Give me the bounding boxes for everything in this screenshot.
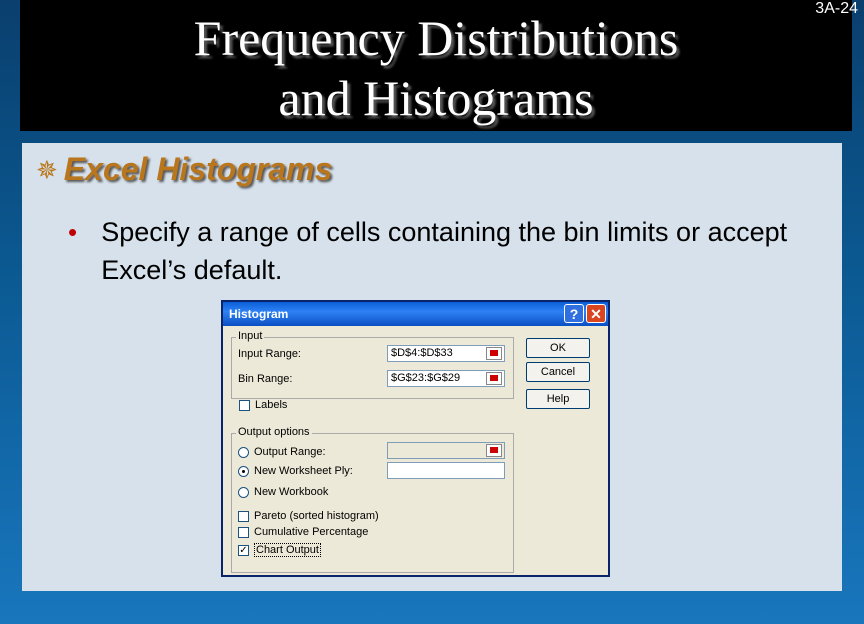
bullet-item: • Specify a range of cells containing th… [68, 213, 828, 289]
slide-title: Frequency Distributions and Histograms [20, 8, 852, 128]
output-range-radio[interactable]: Output Range: [238, 446, 326, 458]
pareto-label: Pareto (sorted histogram) [254, 510, 379, 522]
new-worksheet-field[interactable] [387, 462, 505, 479]
bin-range-label: Bin Range: [238, 373, 293, 385]
histogram-dialog: Histogram ? ✕ Input Input Range: $D$4:$D… [221, 300, 610, 577]
labels-checkbox[interactable]: Labels [239, 399, 287, 411]
output-options-group: Output options Output Range: New Workshe… [231, 426, 514, 573]
radio-icon[interactable] [238, 486, 249, 498]
bullet-text: Specify a range of cells containing the … [101, 217, 788, 285]
help-titlebar-button[interactable]: ? [564, 304, 584, 323]
labels-label: Labels [255, 399, 288, 411]
collapse-dialog-icon[interactable] [486, 444, 502, 457]
checkbox-box[interactable] [239, 399, 250, 411]
collapse-dialog-icon[interactable] [486, 347, 502, 360]
ok-button[interactable]: OK [526, 338, 590, 358]
cumulative-percentage-checkbox[interactable]: Cumulative Percentage [238, 526, 368, 538]
help-button[interactable]: Help [526, 389, 590, 409]
new-workbook-label: New Workbook [254, 486, 329, 498]
title-bar: Frequency Distributions and Histograms [20, 0, 852, 131]
new-worksheet-label: New Worksheet Ply: [254, 465, 353, 477]
output-group-label: Output options [236, 426, 312, 438]
title-line-2: and Histograms [278, 70, 594, 126]
input-group: Input Input Range: $D$4:$D$33 Bin Range:… [231, 330, 514, 399]
checkbox-box[interactable] [238, 526, 249, 538]
bullet-dot-icon: • [68, 217, 78, 247]
dialog-title: Histogram [229, 307, 289, 321]
input-range-value: $D$4:$D$33 [391, 347, 453, 359]
output-range-field[interactable] [387, 442, 505, 459]
cancel-button[interactable]: Cancel [526, 362, 590, 382]
input-range-field[interactable]: $D$4:$D$33 [387, 345, 505, 362]
input-range-label: Input Range: [238, 348, 301, 360]
radio-selected-icon[interactable] [238, 465, 249, 477]
new-worksheet-radio[interactable]: New Worksheet Ply: [238, 465, 353, 477]
dialog-titlebar: Histogram ? ✕ [223, 302, 608, 326]
bin-range-value: $G$23:$G$29 [391, 372, 461, 384]
checkbox-box[interactable] [238, 510, 249, 522]
close-button[interactable]: ✕ [586, 304, 606, 323]
collapse-dialog-icon[interactable] [486, 372, 502, 385]
title-line-1: Frequency Distributions [193, 10, 679, 66]
slide-number: 3A-24 [815, 0, 858, 17]
heading-text: Excel Histograms [63, 151, 333, 187]
output-range-label: Output Range: [254, 446, 326, 458]
chart-output-label: Chart Output [254, 543, 321, 557]
checkmark-icon[interactable]: ✓ [238, 544, 249, 556]
new-workbook-radio[interactable]: New Workbook [238, 486, 328, 498]
compass-star-icon: ✵ [36, 154, 58, 185]
radio-icon[interactable] [238, 446, 249, 458]
pareto-checkbox[interactable]: Pareto (sorted histogram) [238, 510, 379, 522]
input-group-label: Input [236, 330, 265, 342]
bin-range-field[interactable]: $G$23:$G$29 [387, 370, 505, 387]
section-heading: ✵ Excel Histograms [36, 151, 332, 188]
cumulative-label: Cumulative Percentage [254, 526, 369, 538]
chart-output-checkbox[interactable]: ✓ Chart Output [238, 543, 321, 557]
